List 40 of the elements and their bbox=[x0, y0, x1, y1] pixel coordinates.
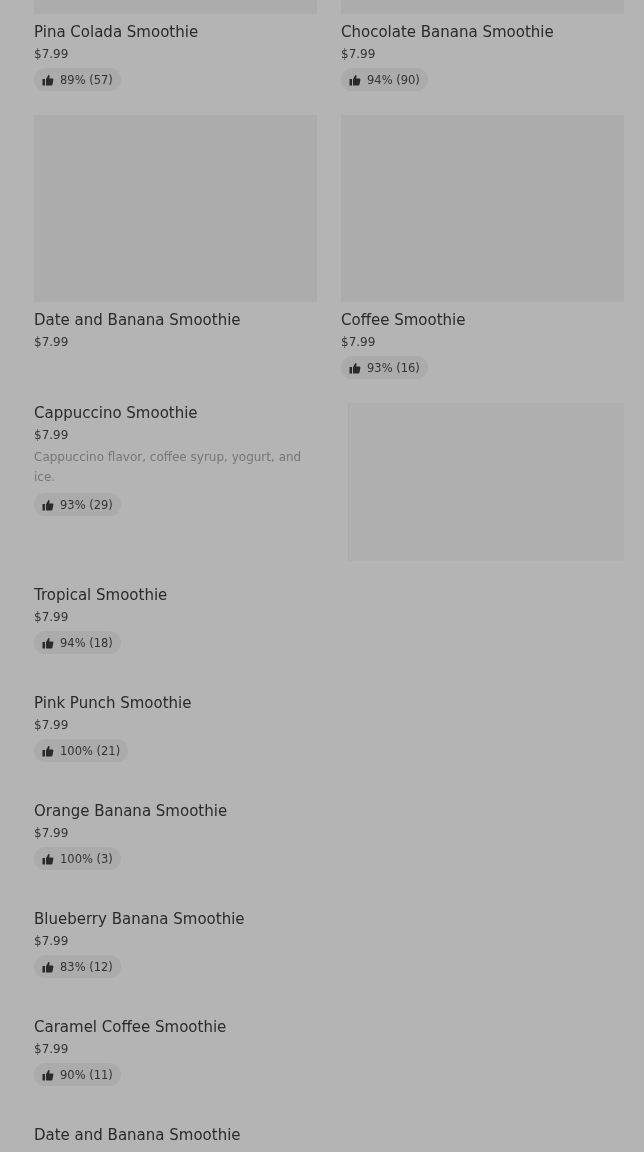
item-price: $7.99 bbox=[341, 334, 377, 350]
item-name[interactable]: Cappuccino Smoothie bbox=[34, 403, 318, 423]
rating-text: 94% (90) bbox=[367, 72, 420, 87]
item-name[interactable]: Pina Colada Smoothie bbox=[34, 22, 317, 42]
rating-text: 100% (21) bbox=[60, 743, 121, 758]
item-price: $7.99 bbox=[34, 825, 70, 841]
item-price: $7.99 bbox=[34, 46, 70, 62]
item-name[interactable]: Chocolate Banana Smoothie bbox=[341, 22, 624, 42]
thumbs-up-icon bbox=[42, 636, 54, 649]
item-name[interactable]: Caramel Coffee Smoothie bbox=[34, 1017, 318, 1037]
item-name[interactable]: Coffee Smoothie bbox=[341, 310, 624, 330]
rating-text: 100% (3) bbox=[60, 851, 113, 866]
item-description: Cappuccino flavor, coffee syrup, yogurt, and ice. bbox=[34, 449, 303, 486]
thumbs-up-icon bbox=[42, 1068, 54, 1081]
thumbs-up-icon bbox=[42, 852, 54, 865]
thumbs-up-icon bbox=[349, 361, 361, 374]
thumbs-up-icon bbox=[42, 744, 54, 757]
rating-text: 89% (57) bbox=[60, 72, 113, 87]
item-name[interactable]: Orange Banana Smoothie bbox=[34, 801, 318, 821]
item-name[interactable]: Date and Banana Smoothie bbox=[34, 310, 317, 330]
item-price: $7.99 bbox=[34, 334, 70, 350]
item-price: $7.99 bbox=[34, 933, 70, 949]
item-price: $7.99 bbox=[34, 609, 70, 625]
item-name[interactable]: Blueberry Banana Smoothie bbox=[34, 909, 318, 929]
rating-text: 83% (12) bbox=[60, 959, 113, 974]
item-price: $7.99 bbox=[34, 717, 70, 733]
item-name[interactable]: Tropical Smoothie bbox=[34, 585, 318, 605]
rating-text: 94% (18) bbox=[60, 635, 113, 650]
thumbs-up-icon bbox=[42, 960, 54, 973]
item-price: $7.99 bbox=[34, 1041, 70, 1057]
item-name[interactable]: Pink Punch Smoothie bbox=[34, 693, 318, 713]
rating-text: 93% (29) bbox=[60, 497, 113, 512]
thumbs-up-icon bbox=[42, 498, 54, 511]
item-name[interactable]: Date and Banana Smoothie bbox=[34, 1125, 318, 1145]
item-price: $7.99 bbox=[341, 46, 377, 62]
rating-text: 93% (16) bbox=[367, 360, 420, 375]
rating-text: 90% (11) bbox=[60, 1067, 113, 1082]
thumbs-up-icon bbox=[42, 73, 54, 86]
thumbs-up-icon bbox=[349, 73, 361, 86]
item-price: $7.99 bbox=[34, 427, 70, 443]
